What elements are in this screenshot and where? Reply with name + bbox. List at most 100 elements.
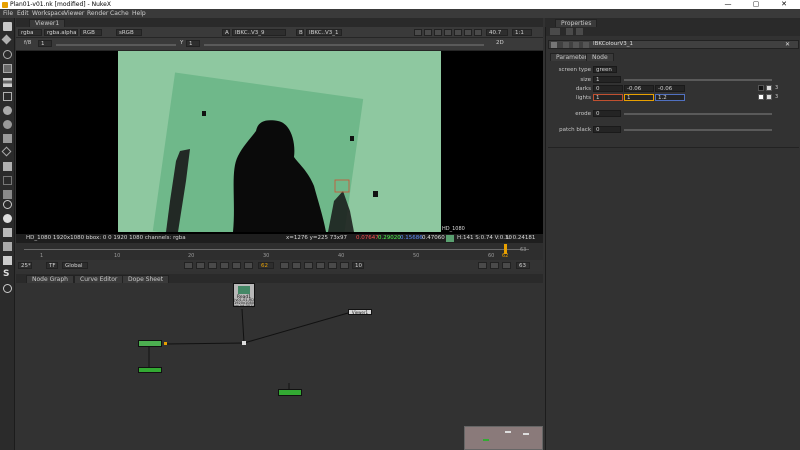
lights-r-field[interactable]: 1 — [593, 94, 623, 101]
lights-g-field[interactable]: 1 — [624, 94, 654, 101]
lock-panels-button[interactable] — [566, 28, 573, 35]
metadata-icon[interactable] — [3, 214, 12, 223]
graph-navigator[interactable] — [464, 426, 543, 450]
float-panel-button[interactable] — [576, 28, 583, 35]
other-icon[interactable] — [3, 242, 12, 251]
roi-button[interactable] — [414, 29, 422, 36]
filter-icon[interactable] — [3, 92, 12, 101]
refresh-button[interactable] — [464, 29, 472, 36]
erode-slider[interactable] — [624, 113, 772, 115]
playback-settings-button[interactable] — [502, 262, 511, 269]
transform-icon[interactable] — [1, 146, 12, 157]
minimize-button[interactable]: — — [716, 0, 740, 9]
lock-button[interactable] — [444, 29, 452, 36]
zoom-dropdown[interactable]: 40.7 — [486, 29, 508, 36]
clipping-button[interactable] — [424, 29, 432, 36]
darks-picker[interactable] — [766, 85, 772, 91]
image-icon[interactable] — [3, 22, 12, 31]
darks-r-field[interactable]: 0 — [593, 85, 623, 92]
undo-icon[interactable] — [573, 42, 579, 48]
lights-color-swatch[interactable] — [758, 94, 764, 100]
help-icon[interactable] — [563, 42, 569, 48]
darks-channel-count[interactable]: 3 — [775, 85, 778, 91]
proxy-dropdown[interactable]: 1:1 — [512, 29, 532, 36]
3d-icon[interactable] — [3, 162, 12, 171]
max-panels-field[interactable] — [550, 28, 560, 35]
patch-black-slider[interactable] — [624, 129, 772, 131]
menu-viewer[interactable]: Viewer — [64, 10, 84, 17]
tab-viewer1[interactable]: Viewer1 — [29, 19, 66, 27]
darks-g-field[interactable]: -0.06 — [624, 85, 654, 92]
tab-dope-sheet[interactable]: Dope Sheet — [122, 275, 170, 283]
views-icon[interactable] — [3, 200, 12, 209]
screen-type-dropdown[interactable]: green — [593, 66, 617, 73]
deep-icon[interactable] — [3, 190, 12, 199]
furnace-icon[interactable] — [3, 256, 12, 265]
layer-dropdown[interactable]: rgba.alpha — [44, 29, 78, 36]
range-dropdown[interactable]: Global — [62, 262, 88, 269]
menu-help[interactable]: Help — [132, 10, 146, 17]
input-b-dropdown[interactable]: IBKC..V3_1 — [306, 29, 342, 36]
close-button[interactable]: ✕ — [772, 0, 796, 9]
menu-file[interactable]: File — [3, 10, 13, 17]
play-forward-button[interactable] — [280, 262, 289, 269]
gain-field[interactable]: 1 — [38, 40, 52, 47]
settings-icon[interactable] — [3, 284, 12, 293]
script-icon[interactable]: S — [3, 270, 12, 279]
gamma-slider[interactable] — [204, 44, 484, 46]
ibk-colour-node[interactable] — [138, 340, 162, 347]
close-panel-icon[interactable]: ✕ — [785, 41, 790, 48]
play-backward-icon-button[interactable] — [244, 262, 253, 269]
channels-dropdown[interactable]: rgba — [18, 29, 42, 36]
flipbook-button[interactable] — [478, 262, 487, 269]
loop-mode-button[interactable] — [340, 262, 349, 269]
menu-cache[interactable]: Cache — [110, 10, 129, 17]
layers-icon[interactable] — [3, 134, 12, 143]
gamma-field[interactable]: 1 — [186, 40, 200, 47]
patch-black-field[interactable]: 0 — [593, 126, 621, 133]
darks-b-field[interactable]: -0.06 — [655, 85, 685, 92]
size-field[interactable]: 1 — [593, 76, 621, 83]
overlay-button[interactable] — [434, 29, 442, 36]
step-forward-button[interactable] — [292, 262, 301, 269]
keyer-icon[interactable] — [3, 106, 12, 115]
next-increment-button[interactable] — [304, 262, 313, 269]
pause-button[interactable] — [454, 29, 462, 36]
tab-node[interactable]: Node — [586, 53, 614, 61]
increment-field[interactable]: 10 — [352, 262, 364, 269]
timeline[interactable]: 1 10 20 30 40 50 60 62 63 — [16, 243, 543, 260]
colorspace-dropdown[interactable]: RGB — [80, 29, 102, 36]
toolsets-icon[interactable] — [3, 228, 12, 237]
dot-node[interactable] — [242, 341, 246, 345]
frame-field[interactable]: 62 — [258, 262, 274, 269]
erode-field[interactable]: 0 — [593, 110, 621, 117]
color-icon[interactable] — [3, 78, 12, 87]
lights-channel-count[interactable]: 3 — [775, 94, 778, 100]
time-icon[interactable] — [3, 50, 12, 59]
timecode-dropdown[interactable]: TF — [46, 262, 58, 269]
menu-edit[interactable]: Edit — [17, 10, 29, 17]
gain-slider[interactable] — [56, 44, 176, 46]
tab-curve-editor[interactable]: Curve Editor — [74, 275, 124, 283]
fps-dropdown[interactable]: 25* — [18, 262, 32, 269]
last-frame-button[interactable] — [316, 262, 325, 269]
tab-node-graph[interactable]: Node Graph — [26, 275, 74, 283]
menu-render[interactable]: Render — [87, 10, 108, 17]
render-button[interactable] — [474, 29, 482, 36]
lut-dropdown[interactable]: sRGB — [116, 29, 142, 36]
lights-b-field[interactable]: 1.2 — [655, 94, 685, 101]
next-keyframe-button[interactable] — [328, 262, 337, 269]
play-backward-button[interactable] — [232, 262, 241, 269]
first-frame-button[interactable] — [196, 262, 205, 269]
darks-color-swatch[interactable] — [758, 85, 764, 91]
size-slider[interactable] — [624, 79, 772, 81]
node-graph-canvas[interactable]: Read1 (v01-01-RD 1920x1080 no lut-001) V… — [16, 283, 543, 450]
end-frame-field[interactable]: 63 — [516, 262, 530, 269]
input-a-dropdown[interactable]: IBKC..V3_9 — [232, 29, 286, 36]
maximize-button[interactable]: ▢ — [744, 0, 768, 9]
step-back-button[interactable] — [220, 262, 229, 269]
ibk-gizmo-node[interactable] — [138, 367, 162, 373]
keyer-node[interactable] — [278, 389, 302, 396]
particles-icon[interactable] — [3, 176, 12, 185]
merge-icon[interactable] — [3, 120, 12, 129]
